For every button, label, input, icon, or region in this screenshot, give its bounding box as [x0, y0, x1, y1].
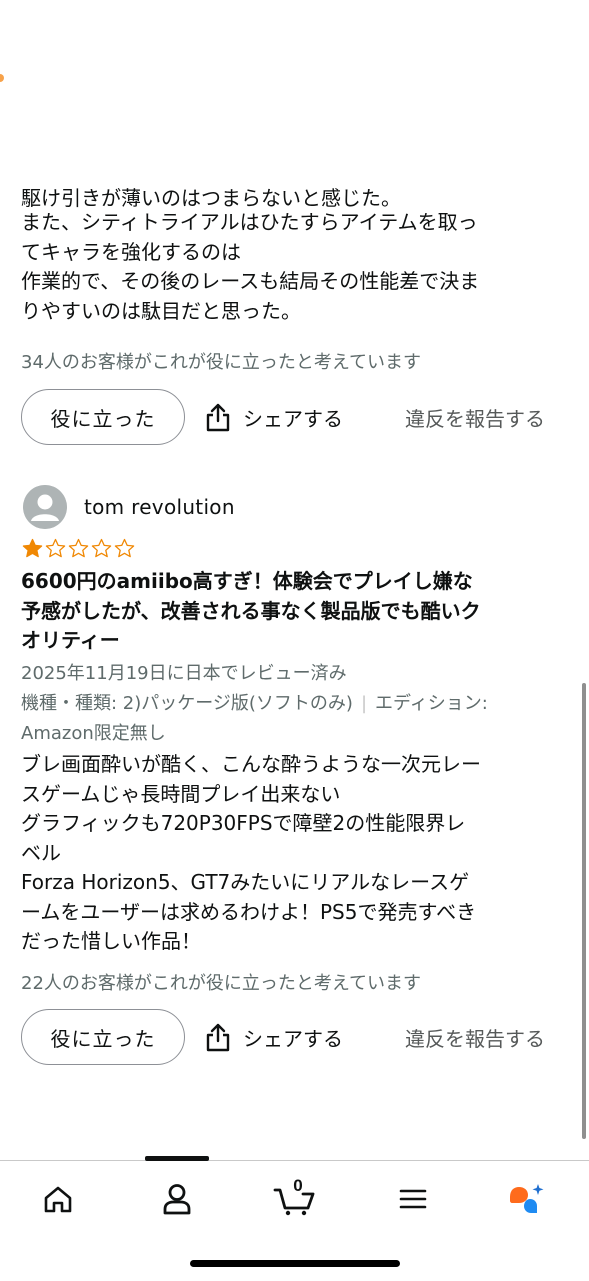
account-icon	[163, 1184, 191, 1215]
review-text-line: スゲームじゃ長時間プレイ出来ない	[21, 781, 341, 806]
review-text-line: また、シティトライアルはひたすらアイテムを取っ	[21, 210, 478, 234]
tab-home[interactable]	[34, 1179, 82, 1219]
review-text-line: Forza Horizon5、GT7みたいにリアルなレースゲ	[21, 870, 470, 894]
review-title: 6600円のamiibo高すぎ！体験会でプレイし嫌な 予感がしたが、改善される事…	[21, 567, 566, 656]
report-abuse-link[interactable]: 違反を報告する	[405, 389, 545, 445]
review-text-line: だった惜しい作品！	[21, 929, 201, 953]
selected-tab-indicator	[145, 1156, 209, 1161]
share-label: シェアする	[243, 1026, 343, 1051]
tab-account[interactable]	[153, 1179, 201, 1219]
decorative-mark	[0, 74, 4, 82]
star-empty-icon	[114, 538, 135, 558]
review-actions: 役に立った シェアする 違反を報告する	[21, 389, 571, 447]
tab-cart[interactable]: 0	[270, 1176, 320, 1219]
report-abuse-link[interactable]: 違反を報告する	[405, 1009, 545, 1065]
review-date: 2025年11月19日に日本でレビュー済み	[21, 663, 347, 684]
scrollbar[interactable]	[582, 683, 586, 1139]
review-title-line: オリティー	[21, 628, 120, 652]
helpful-button[interactable]: 役に立った	[21, 389, 185, 445]
star-empty-icon	[91, 538, 112, 558]
previous-review-body: 駆け引きが薄いのはつまらないと感じた。 また、シティトライアルはひたすらアイテム…	[21, 184, 566, 326]
format-info: 機種・種類: 2)パッケージ版(ソフトのみ) | エディション:	[21, 689, 488, 715]
review-title-line: 予感がしたが、改善される事なく製品版でも酷いク	[21, 598, 481, 623]
review-text-line: グラフィックも720P30FPSで障壁2の性能限界レ	[21, 811, 466, 835]
star-filled-icon	[22, 538, 43, 558]
star-rating	[22, 538, 135, 559]
divider: |	[360, 693, 368, 714]
helpful-count: 22人のお客様がこれが役に立ったと考えています	[21, 973, 422, 994]
review-text-line: りやすいのは駄目だと思った。	[21, 298, 301, 323]
review-text-line: ームをユーザーは求めるわけよ！PS5で発売すべき	[21, 899, 477, 924]
review-text-line: てキャラを強化するのは	[21, 239, 241, 264]
review-text-line: ベル	[21, 840, 61, 865]
variant-info: 機種・種類: 2)パッケージ版(ソフトのみ)	[21, 693, 353, 714]
reviewer-name: tom revolution	[84, 495, 235, 519]
home-indicator	[190, 1260, 400, 1267]
share-icon	[206, 1023, 230, 1052]
review-body: ブレ画面酔いが酷く、こんな酔うような一次元レー スゲームじゃ長時間プレイ出来ない…	[21, 750, 566, 957]
review-text-line: 駆け引きが薄いのはつまらないと感じた。	[21, 186, 401, 208]
home-icon	[44, 1186, 72, 1213]
star-empty-icon	[45, 538, 66, 558]
edition-label: エディション:	[375, 693, 488, 714]
review-text-line: 作業的で、その後のレースも結局その性能差で決ま	[21, 269, 480, 293]
tab-menu[interactable]	[389, 1179, 437, 1219]
star-empty-icon	[68, 538, 89, 558]
share-button[interactable]: シェアする	[205, 1009, 343, 1065]
review-text-line: ブレ画面酔いが酷く、こんな酔うような一次元レー	[21, 752, 481, 776]
share-icon	[206, 403, 230, 432]
helpful-count: 34人のお客様がこれが役に立ったと考えています	[21, 352, 422, 373]
share-button[interactable]: シェアする	[205, 389, 343, 445]
edition-value: Amazon限定無し	[21, 723, 166, 744]
review-actions: 役に立った シェアする 違反を報告する	[21, 1009, 571, 1067]
avatar	[23, 485, 67, 529]
cart-count: 0	[293, 1176, 303, 1195]
menu-icon	[399, 1189, 427, 1209]
reviewer-profile[interactable]: tom revolution	[23, 485, 235, 529]
rufus-assistant-icon	[510, 1184, 544, 1213]
share-label: シェアする	[243, 406, 343, 431]
helpful-button[interactable]: 役に立った	[21, 1009, 185, 1065]
default-avatar-icon	[23, 485, 67, 529]
review-title-line: 6600円のamiibo高すぎ！体験会でプレイし嫌な	[21, 569, 473, 593]
tab-rufus[interactable]	[502, 1179, 550, 1219]
